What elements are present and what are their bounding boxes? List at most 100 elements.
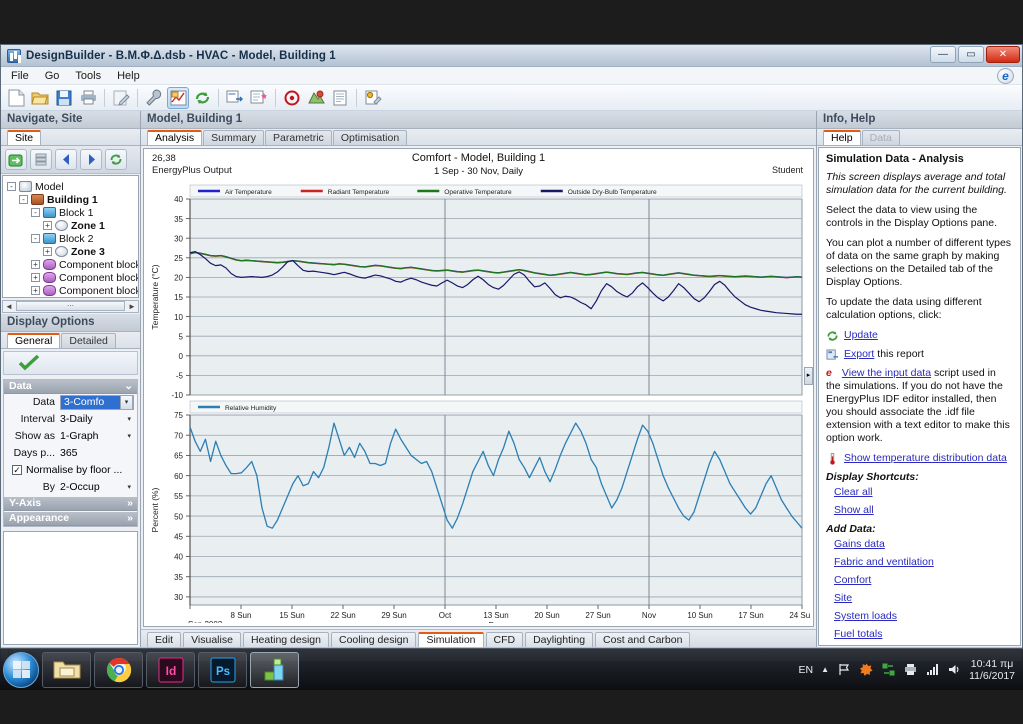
- site-tree[interactable]: - Model - Building 1 - Block 1 + Zone 1 …: [2, 175, 139, 298]
- layers-icon[interactable]: [30, 149, 52, 170]
- tree-node[interactable]: - Block 1: [5, 206, 136, 219]
- update-link[interactable]: Update: [844, 329, 878, 342]
- chevron-down-icon[interactable]: ⌄: [124, 380, 133, 392]
- show-as-dropdown[interactable]: 1-Graph ▾: [60, 430, 137, 442]
- start-button[interactable]: [3, 651, 39, 688]
- go-to-icon[interactable]: [5, 149, 27, 170]
- tab-cost-and-carbon[interactable]: Cost and Carbon: [595, 632, 691, 647]
- chevron-down-icon[interactable]: ▾: [127, 483, 131, 491]
- tab-daylighting[interactable]: Daylighting: [525, 632, 594, 647]
- tab-general[interactable]: General: [7, 332, 61, 348]
- refresh-icon[interactable]: [191, 87, 213, 109]
- tree-node[interactable]: + Component block: [5, 271, 138, 284]
- by-dropdown[interactable]: 2-Occup ▾: [60, 481, 137, 493]
- maximize-button[interactable]: ▭: [958, 46, 984, 63]
- tab-help[interactable]: Help: [823, 130, 861, 145]
- tree-horizontal-scrollbar[interactable]: ◄ ⋯ ►: [2, 299, 139, 313]
- group-header-yaxis[interactable]: Y-Axis »: [4, 496, 137, 511]
- scroll-right-icon[interactable]: ►: [126, 302, 138, 311]
- tab-summary[interactable]: Summary: [203, 130, 265, 145]
- tree-node[interactable]: - Building 1: [5, 193, 136, 206]
- edit-document-icon[interactable]: [110, 87, 132, 109]
- system-loads-link[interactable]: System loads: [834, 610, 1013, 623]
- scrollbar-thumb[interactable]: ⋯: [16, 301, 125, 311]
- print-icon[interactable]: [77, 87, 99, 109]
- expander-icon[interactable]: -: [19, 195, 28, 204]
- template-icon[interactable]: [248, 87, 270, 109]
- menu-item-help[interactable]: Help: [117, 70, 140, 82]
- antivirus-icon[interactable]: [859, 663, 873, 677]
- open-folder-icon[interactable]: [29, 87, 51, 109]
- tree-node[interactable]: - Block 2: [5, 232, 136, 245]
- flag-icon[interactable]: [837, 663, 851, 677]
- report-icon[interactable]: [329, 87, 351, 109]
- tab-simulation[interactable]: Simulation: [418, 632, 484, 647]
- target-icon[interactable]: [281, 87, 303, 109]
- taskbar-item-designbuilder[interactable]: [250, 651, 299, 688]
- simulation-chart-icon[interactable]: [167, 86, 189, 109]
- tab-visualise[interactable]: Visualise: [183, 632, 241, 647]
- tab-optimisation[interactable]: Optimisation: [332, 130, 408, 145]
- internet-explorer-icon[interactable]: e: [997, 68, 1014, 84]
- taskbar-clock[interactable]: 10:41 πμ 11/6/2017: [969, 658, 1015, 682]
- tab-detailed[interactable]: Detailed: [61, 332, 116, 348]
- tab-data[interactable]: Data: [861, 130, 900, 145]
- volume-icon[interactable]: [947, 663, 961, 677]
- expander-icon[interactable]: +: [31, 260, 40, 269]
- chart-container[interactable]: 26,38 EnergyPlus Output Comfort - Model,…: [143, 148, 814, 627]
- data-dropdown[interactable]: 3-Comfo ▾: [60, 394, 134, 410]
- language-indicator[interactable]: EN: [799, 664, 814, 676]
- expand-icon[interactable]: »: [127, 497, 133, 509]
- expander-icon[interactable]: +: [43, 247, 52, 256]
- clear-all-link[interactable]: Clear all: [834, 486, 1013, 499]
- group-header-data[interactable]: Data ⌄: [4, 379, 137, 394]
- save-icon[interactable]: [53, 87, 75, 109]
- temperature-distribution-row[interactable]: Show temperature distribution data: [826, 452, 1013, 465]
- interval-dropdown[interactable]: 3-Daily ▾: [60, 413, 137, 425]
- taskbar-item-indesign[interactable]: Id: [146, 651, 195, 688]
- printer-icon[interactable]: [903, 663, 917, 677]
- tab-edit[interactable]: Edit: [147, 632, 182, 647]
- apply-bar[interactable]: [3, 350, 138, 375]
- option-row-normalise[interactable]: ✓ Normalise by floor ...: [4, 462, 137, 479]
- network-sync-icon[interactable]: [881, 663, 895, 677]
- fabric-and-ventilation-link[interactable]: Fabric and ventilation: [834, 556, 1013, 569]
- taskbar-item-photoshop[interactable]: Ps: [198, 651, 247, 688]
- expander-icon[interactable]: -: [31, 234, 40, 243]
- site-link[interactable]: Site: [834, 592, 1013, 605]
- export-link[interactable]: Export: [844, 348, 874, 360]
- tab-analysis[interactable]: Analysis: [147, 130, 203, 145]
- normalise-checkbox[interactable]: ✓: [12, 465, 22, 475]
- menu-item-go[interactable]: Go: [45, 70, 60, 82]
- export-row[interactable]: Export this report: [826, 348, 1013, 361]
- taskbar-item-explorer[interactable]: [42, 651, 91, 688]
- group-header-appearance[interactable]: Appearance »: [4, 511, 137, 526]
- wrench-icon[interactable]: [143, 87, 165, 109]
- tab-site[interactable]: Site: [7, 130, 42, 145]
- show-all-link[interactable]: Show all: [834, 504, 1013, 517]
- taskbar-item-chrome[interactable]: [94, 651, 143, 688]
- chart-scroll-right-icon[interactable]: ▸: [804, 367, 813, 385]
- tree-node[interactable]: + Component block: [5, 284, 138, 297]
- expander-icon[interactable]: +: [43, 221, 52, 230]
- settings-doc-icon[interactable]: [362, 87, 384, 109]
- comfort-link[interactable]: Comfort: [834, 574, 1013, 587]
- view-input-data-link[interactable]: View the input data: [842, 367, 931, 379]
- location-icon[interactable]: [305, 87, 327, 109]
- close-button[interactable]: ✕: [986, 46, 1020, 63]
- export-icon[interactable]: [224, 87, 246, 109]
- chevron-down-icon[interactable]: ▾: [127, 432, 131, 440]
- back-icon[interactable]: [55, 149, 77, 170]
- expander-icon[interactable]: +: [31, 286, 40, 295]
- tree-node[interactable]: + Zone 1: [5, 219, 136, 232]
- tree-node[interactable]: - Model: [5, 180, 136, 193]
- forward-icon[interactable]: [80, 149, 102, 170]
- chevron-down-icon[interactable]: ▾: [127, 415, 131, 423]
- gains-data-link[interactable]: Gains data: [834, 538, 1013, 551]
- tree-node[interactable]: + Zone 3: [5, 245, 136, 258]
- expander-icon[interactable]: +: [31, 273, 40, 282]
- menu-item-tools[interactable]: Tools: [75, 70, 101, 82]
- fuel-totals-link[interactable]: Fuel totals: [834, 628, 1013, 641]
- tab-heating-design[interactable]: Heating design: [242, 632, 329, 647]
- tab-cfd[interactable]: CFD: [485, 632, 524, 647]
